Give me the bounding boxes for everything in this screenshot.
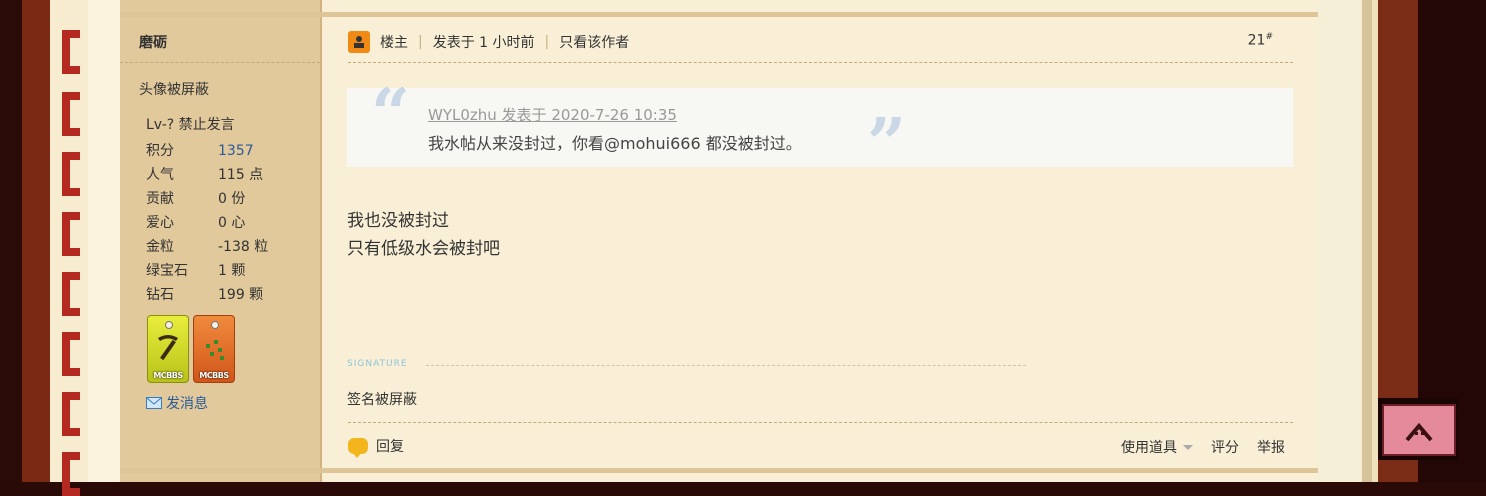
stat-row: 金粒 -138 粒 [146, 238, 268, 262]
stat-label: 贡献 [146, 191, 174, 207]
close-quote-icon: ” [867, 104, 907, 184]
send-message-label: 发消息 [166, 396, 208, 412]
arrow-up-icon [1405, 422, 1433, 442]
post-body-line: 只有低级水会被封吧 [347, 239, 500, 259]
op-label: 楼主 [380, 35, 408, 51]
back-to-top-button[interactable] [1378, 398, 1458, 460]
post-top-divider [120, 12, 1318, 17]
post-time: 发表于 1 小时前 [432, 35, 535, 51]
send-message-link[interactable]: 发消息 [146, 393, 208, 413]
author-divider [120, 62, 320, 63]
stat-value: 1 颗 [218, 263, 246, 279]
medal-tag: MCBBS [199, 371, 229, 380]
quote-block: “ ” WYL0zhu 发表于 2020-7-26 10:35 我水帖从来没封过… [347, 74, 1293, 184]
stat-value: 0 心 [218, 215, 246, 231]
post-body: 我也没被封过 只有低级水会被封吧 [347, 207, 500, 263]
stat-row: 绿宝石 1 颗 [146, 262, 268, 286]
seeds-icon [206, 340, 224, 360]
chevron-down-icon [1183, 444, 1193, 450]
stat-label: 爱心 [146, 215, 174, 231]
pickaxe-icon [158, 335, 178, 361]
medal-list: MCBBS MCBBS [147, 315, 235, 383]
stat-row: 积分 1357 [146, 142, 268, 166]
user-level[interactable]: Lv-? 禁止发言 [146, 114, 235, 134]
stat-value: -138 粒 [218, 239, 269, 255]
post-body-line: 我也没被封过 [347, 211, 449, 231]
op-icon [348, 31, 370, 53]
use-tools-label: 使用道具 [1121, 440, 1177, 456]
signature-divider [426, 365, 1026, 366]
stat-label: 钻石 [146, 287, 174, 303]
signature-label: SIGNATURE [347, 359, 408, 369]
stat-label: 绿宝石 [146, 263, 188, 279]
stat-row: 爱心 0 心 [146, 214, 268, 238]
rate-button[interactable]: 评分 [1211, 437, 1239, 457]
stat-value: 0 份 [218, 191, 246, 207]
quote-source-link[interactable]: WYL0zhu 发表于 2020-7-26 10:35 [428, 104, 677, 125]
mail-icon [146, 397, 162, 409]
floor-mark: # [1265, 32, 1273, 42]
reply-label: 回复 [376, 439, 404, 455]
left-decorative-border [0, 0, 120, 496]
report-button[interactable]: 举报 [1257, 437, 1285, 457]
post-header: 楼主 | 发表于 1 小时前 | 只看该作者 21# [348, 28, 1293, 56]
medal-tag: MCBBS [153, 371, 183, 380]
author-stats: 积分 1357 人气 115 点 贡献 0 份 爱心 0 心 金粒 -138 粒 绿宝石 1… [146, 142, 268, 310]
medal-badge[interactable]: MCBBS [147, 315, 189, 383]
reply-icon [348, 438, 368, 458]
use-tools-dropdown[interactable]: 使用道具 [1121, 437, 1193, 457]
reply-button[interactable]: 回复 [348, 436, 404, 458]
separator: | [544, 34, 550, 50]
pig-icon [1382, 404, 1456, 456]
post-bottom-divider [120, 468, 1318, 473]
stat-label: 人气 [146, 167, 174, 183]
avatar: 头像被屏蔽 [139, 82, 209, 98]
signature-text: 签名被屏蔽 [347, 392, 417, 408]
footer-divider [348, 422, 1293, 423]
stat-value[interactable]: 1357 [218, 142, 254, 166]
quote-text: 我水帖从来没封过，你看@mohui666 都没被封过。 [428, 134, 802, 153]
stat-value: 199 颗 [218, 287, 264, 303]
floor-number[interactable]: 21# [1248, 32, 1273, 49]
stat-value: 115 点 [218, 167, 264, 183]
medal-badge[interactable]: MCBBS [193, 315, 235, 383]
stat-label: 积分 [146, 143, 174, 159]
only-author-link[interactable]: 只看该作者 [559, 32, 629, 52]
author-name[interactable]: 磨砺 [139, 32, 167, 52]
header-divider [348, 62, 1293, 63]
separator: | [418, 34, 423, 50]
stat-row: 钻石 199 颗 [146, 286, 268, 310]
stat-label: 金粒 [146, 239, 174, 255]
stat-row: 人气 115 点 [146, 166, 268, 190]
stat-row: 贡献 0 份 [146, 190, 268, 214]
open-quote-icon: “ [371, 74, 411, 154]
post-actions: 使用道具 评分 举报 [1121, 437, 1285, 457]
